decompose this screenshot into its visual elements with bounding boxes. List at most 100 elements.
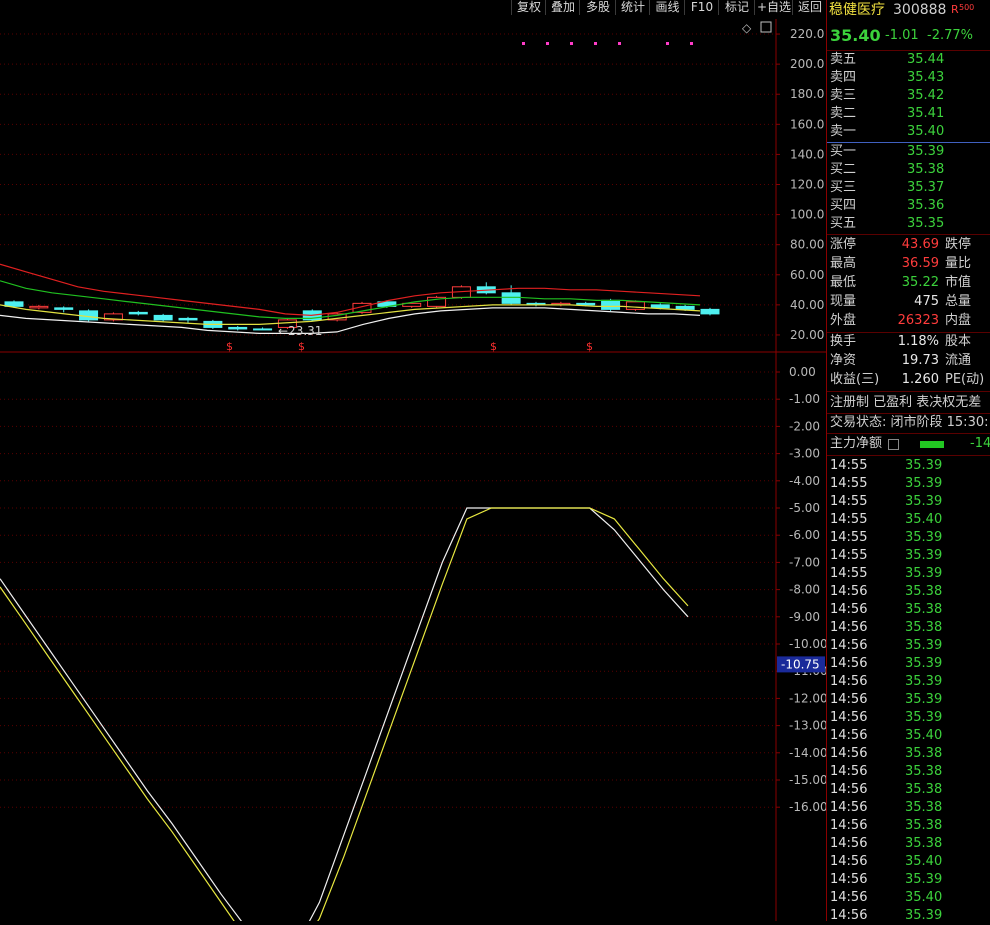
signal-dot [570, 42, 573, 45]
signal-dot [666, 42, 669, 45]
signal-dot [594, 42, 597, 45]
tick-time: 14:56 [830, 728, 868, 743]
chart-svg: 220.0 200.0 180.0 160.0 140.0 120.0 100.0 80.00… [0, 19, 828, 925]
ask5-label: 卖五 [830, 52, 857, 67]
indicator-tick-label: -2.00 [789, 419, 820, 433]
toolbar-overlay-button[interactable]: 叠加 [545, 0, 580, 15]
ma-green-line [0, 280, 701, 319]
bid2-label: 买二 [830, 162, 857, 177]
price-tick-label: 100.0 [790, 208, 824, 222]
list-icon[interactable] [888, 439, 899, 450]
toolbar-fuquan-button[interactable]: 复权 [511, 0, 546, 15]
tick-row: 14:55 35.39 [827, 493, 990, 511]
tick-row: 14:56 35.39 [827, 709, 990, 727]
indicator-tick-label: -3.00 [789, 447, 820, 461]
tick-price: 35.39 [905, 710, 943, 725]
price-tick-label: 60.00 [790, 268, 824, 282]
tick-row: 14:55 35.39 [827, 457, 990, 475]
toolbar: 复权 叠加 多股 统计 画线 F10 标记 +自选 返回 [0, 0, 827, 15]
tick-row: 14:56 35.39 [827, 907, 990, 921]
ask4-label: 卖四 [830, 70, 857, 85]
toolbar-f10-button[interactable]: F10 [684, 0, 719, 15]
main-net-bar [920, 441, 944, 448]
candle-body [29, 305, 49, 309]
tick-row: 14:56 35.40 [827, 889, 990, 907]
tick-time: 14:56 [830, 782, 868, 797]
toolbar-stats-button[interactable]: 统计 [615, 0, 650, 15]
toolbar-mark-button[interactable]: 标记 [718, 0, 755, 15]
bid5-label: 买五 [830, 216, 857, 231]
diamond-icon: ◇ [742, 21, 752, 35]
tick-row: 14:55 35.39 [827, 547, 990, 565]
tags-text: 注册制 已盈利 表决权无差 [830, 395, 982, 410]
tick-price: 35.38 [905, 800, 943, 815]
ma-red-line [0, 263, 701, 317]
tick-row: 14:56 35.38 [827, 817, 990, 835]
tick-price: 35.38 [905, 584, 943, 599]
net-assets-value: 19.73 [901, 353, 939, 368]
quote-panel: 稳健医疗 300888 R 500 35.40 -1.01 -2.77% 卖五 3… [826, 0, 990, 921]
tick-price: 35.38 [905, 746, 943, 761]
toolbar-back-button[interactable]: 返回 [792, 0, 827, 15]
toolbar-multi-stock-button[interactable]: 多股 [579, 0, 616, 15]
tick-time: 14:56 [830, 692, 868, 707]
tick-time: 14:56 [830, 818, 868, 833]
indicator-tick-label: -16.00 [789, 800, 826, 814]
outer-volume-label: 外盘 [830, 313, 857, 328]
outer-volume-value: 26323 [897, 313, 939, 328]
eps-value: 1.260 [901, 372, 939, 387]
tick-row: 14:55 35.39 [827, 529, 990, 547]
tick-row: 14:55 35.40 [827, 511, 990, 529]
turnover-value: 1.18% [897, 334, 939, 349]
bid1-label: 买一 [830, 144, 857, 159]
chart-area[interactable]: 220.0 200.0 180.0 160.0 140.0 120.0 100.0 80.00… [0, 0, 828, 925]
pe-label: PE(动) [945, 372, 985, 387]
tick-time: 14:56 [830, 710, 868, 725]
tick-time: 14:55 [830, 512, 868, 527]
total-volume-label: 总量 [945, 294, 972, 309]
tick-time: 14:56 [830, 800, 868, 815]
tick-time: 14:56 [830, 656, 868, 671]
tick-price: 35.39 [905, 566, 943, 581]
turnover-label: 换手 [830, 334, 857, 349]
dividend-marker: $ [226, 340, 233, 353]
tick-price: 35.39 [905, 548, 943, 563]
tick-price: 35.38 [905, 620, 943, 635]
tick-price: 35.39 [905, 530, 943, 545]
indicator-line [0, 507, 689, 925]
tick-row: 14:56 35.38 [827, 781, 990, 799]
tick-time: 14:56 [830, 890, 868, 905]
tick-row: 14:56 35.39 [827, 691, 990, 709]
current-value-label: -10.75 [781, 657, 820, 671]
tick-time: 14:56 [830, 620, 868, 635]
volume-ratio-label: 量比 [945, 256, 972, 271]
tick-time: 14:55 [830, 548, 868, 563]
tick-price: 35.39 [905, 476, 943, 491]
candle-body [601, 299, 621, 310]
indicator-tick-label: -1.00 [789, 392, 820, 406]
stock-header: 稳健医疗 300888 R 500 [827, 1, 990, 21]
price-tick-label: 220.0 [790, 27, 824, 41]
ask4-price: 35.43 [907, 70, 945, 85]
limit-down-label: 跌停 [945, 237, 972, 252]
current-volume-value: 475 [914, 294, 939, 309]
candle-body [54, 307, 74, 310]
share-capital-label: 股本 [945, 334, 972, 349]
tick-price: 35.38 [905, 764, 943, 779]
window-icon [760, 21, 772, 33]
tick-price: 35.39 [905, 908, 943, 921]
tick-row: 14:56 35.40 [827, 853, 990, 871]
tick-price: 35.38 [905, 782, 943, 797]
tick-row: 14:56 35.38 [827, 763, 990, 781]
tick-price: 35.40 [905, 512, 943, 527]
dividend-marker: $ [298, 340, 305, 353]
toolbar-draw-button[interactable]: 画线 [649, 0, 685, 15]
toolbar-add-watchlist-button[interactable]: +自选 [754, 0, 793, 15]
candle-body [700, 308, 720, 315]
ask1-price: 35.40 [907, 124, 945, 139]
candle-body [253, 328, 273, 331]
tick-price: 35.39 [905, 674, 943, 689]
price-change-pct: -2.77% [927, 28, 973, 43]
main-net-row[interactable]: 主力净额 -14 [827, 435, 990, 453]
tick-price: 35.39 [905, 692, 943, 707]
